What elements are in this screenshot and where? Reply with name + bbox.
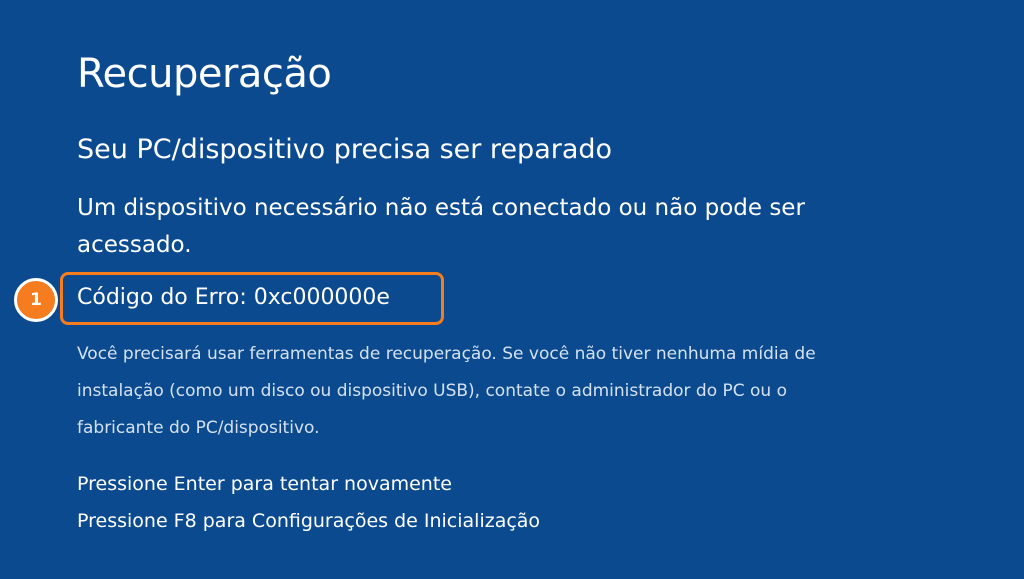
startup-settings-action[interactable]: Pressione F8 para Configurações de Inici… [77,503,540,540]
page-subtitle: Seu PC/dispositivo precisa ser reparado [77,134,613,165]
retry-action[interactable]: Pressione Enter para tentar novamente [77,466,540,503]
callout-badge: 1 [14,278,58,322]
recovery-screen: Recuperação Seu PC/dispositivo precisa s… [0,0,1024,579]
error-code: Código do Erro: 0xc000000e [77,285,390,310]
error-message: Um dispositivo necessário não está conec… [77,195,805,258]
recovery-info: Você precisará usar ferramentas de recup… [77,344,816,438]
page-title: Recuperação [77,51,332,97]
actions-list: Pressione Enter para tentar novamente Pr… [77,466,540,540]
